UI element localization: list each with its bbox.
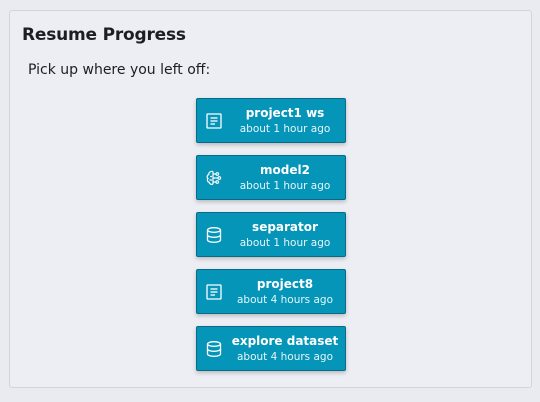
database-icon (204, 225, 224, 245)
panel-subtitle: Pick up where you left off: (28, 62, 211, 78)
notebook-icon (204, 282, 224, 302)
item-time: about 1 hour ago (239, 180, 331, 192)
panel-title: Resume Progress (22, 25, 186, 45)
item-time: about 1 hour ago (239, 237, 331, 249)
item-name: project8 (256, 277, 314, 291)
resume-item-separator[interactable]: separator about 1 hour ago (196, 212, 346, 257)
item-name: model2 (260, 163, 310, 177)
resume-item-explore-dataset[interactable]: explore dataset about 4 hours ago (196, 326, 346, 371)
item-time: about 1 hour ago (239, 123, 331, 135)
item-time: about 4 hours ago (236, 351, 334, 363)
brain-circuit-icon (204, 168, 224, 188)
item-name: explore dataset (231, 334, 339, 348)
resume-progress-panel: Resume Progress Pick up where you left o… (9, 10, 532, 388)
resume-list: project1 ws about 1 hour ago model2 abou (196, 98, 346, 383)
item-name: separator (252, 220, 318, 234)
database-icon (204, 339, 224, 359)
resume-item-model2[interactable]: model2 about 1 hour ago (196, 155, 346, 200)
resume-item-project1-ws[interactable]: project1 ws about 1 hour ago (196, 98, 346, 143)
item-name: project1 ws (245, 106, 325, 120)
notebook-icon (204, 111, 224, 131)
item-time: about 4 hours ago (236, 294, 334, 306)
resume-item-project8[interactable]: project8 about 4 hours ago (196, 269, 346, 314)
